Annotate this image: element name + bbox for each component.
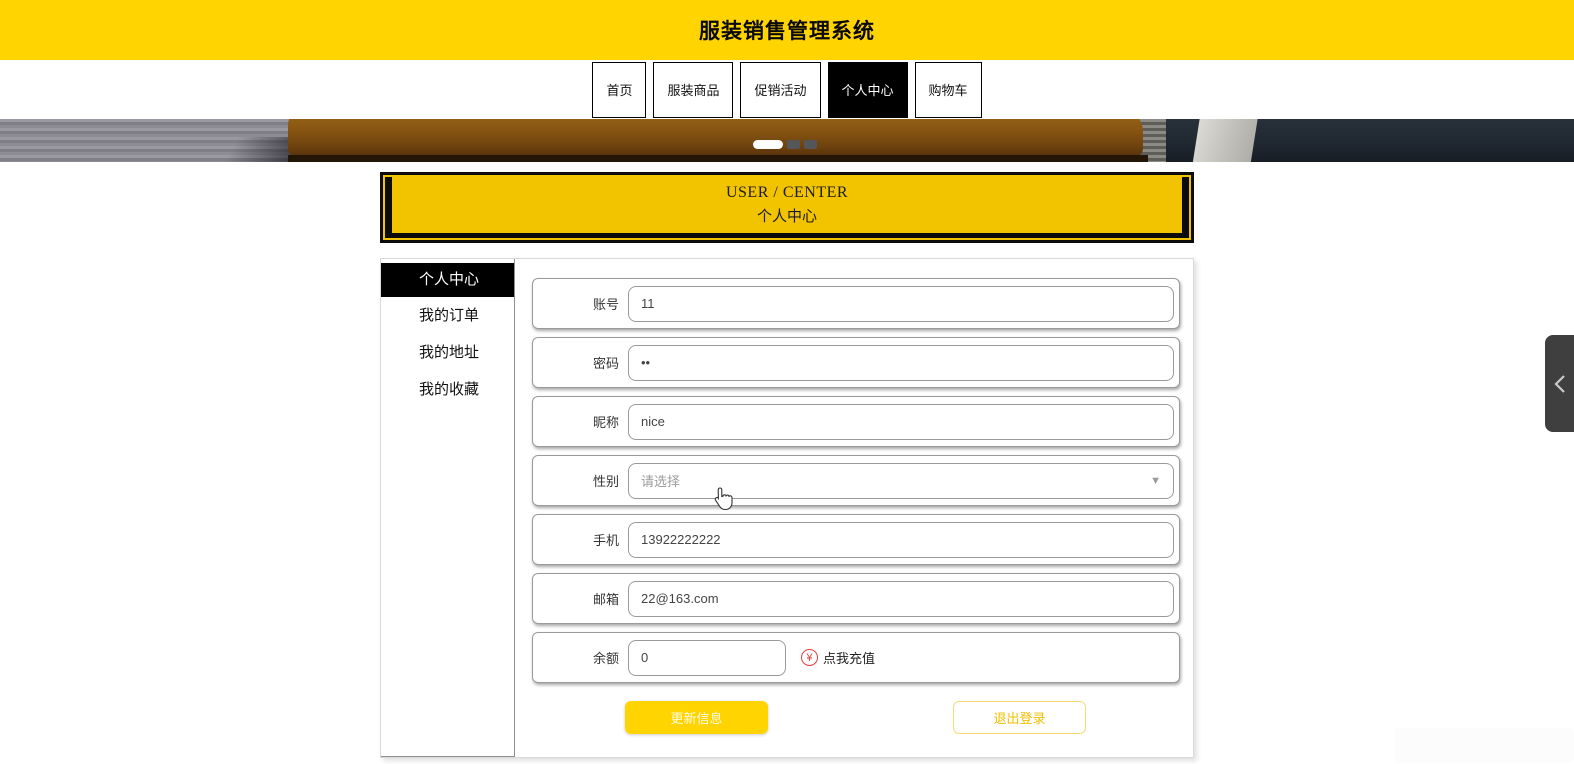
section-banner: USER / CENTER 个人中心 xyxy=(380,172,1194,243)
gender-select[interactable]: 请选择 ▼ xyxy=(628,462,1174,499)
password-input[interactable] xyxy=(628,344,1174,381)
email-input[interactable] xyxy=(628,580,1174,617)
chevron-left-icon xyxy=(1553,374,1565,393)
banner-image xyxy=(288,119,1143,157)
gender-select-value: 请选择 xyxy=(641,474,681,489)
form-row-balance: 余额 ¥ 点我充值 xyxy=(532,632,1180,683)
nickname-label: 昵称 xyxy=(592,415,619,430)
hero-carousel xyxy=(0,119,1574,162)
chevron-down-icon: ▼ xyxy=(1150,474,1161,487)
main-nav: 首页 服装商品 促销活动 个人中心 购物车 xyxy=(0,60,1574,119)
sidebar: 个人中心 我的订单 我的地址 我的收藏 xyxy=(381,259,515,757)
logout-button[interactable]: 退出登录 xyxy=(953,701,1086,734)
app-title: 服装销售管理系统 xyxy=(699,20,875,43)
form-row-email: 邮箱 xyxy=(532,573,1180,624)
form-row-password: 密码 xyxy=(532,337,1180,388)
carousel-dot[interactable] xyxy=(787,140,800,149)
form-row-account: 账号 xyxy=(532,278,1180,329)
overlay-box xyxy=(1395,728,1574,762)
password-label: 密码 xyxy=(592,356,619,371)
section-title-en: USER / CENTER xyxy=(725,184,849,201)
email-label: 邮箱 xyxy=(592,592,619,607)
section-title-zh: 个人中心 xyxy=(756,209,817,225)
recharge-link[interactable]: 点我充值 xyxy=(823,648,875,667)
side-drawer-handle[interactable] xyxy=(1545,335,1574,432)
form-row-phone: 手机 xyxy=(532,514,1180,565)
sidebar-item-user-center[interactable]: 个人中心 xyxy=(381,263,514,297)
carousel-indicators xyxy=(753,140,817,149)
nav-tab-products[interactable]: 服装商品 xyxy=(653,61,734,118)
form-row-nickname: 昵称 xyxy=(532,396,1180,447)
nickname-input[interactable] xyxy=(628,403,1174,440)
gender-label: 性别 xyxy=(592,474,619,489)
balance-input[interactable] xyxy=(628,639,786,676)
nav-tab-user-center[interactable]: 个人中心 xyxy=(827,61,908,118)
account-label: 账号 xyxy=(592,297,619,312)
sidebar-item-favorites[interactable]: 我的收藏 xyxy=(381,371,514,408)
banner-image xyxy=(288,155,1148,162)
sidebar-item-addresses[interactable]: 我的地址 xyxy=(381,334,514,371)
phone-label: 手机 xyxy=(592,533,619,548)
page: 服装销售管理系统 首页 服装商品 促销活动 个人中心 购物车 USER / CE… xyxy=(0,0,1574,764)
account-input[interactable] xyxy=(628,285,1174,322)
form-actions: 更新信息 退出登录 xyxy=(532,701,1180,734)
nav-tab-home[interactable]: 首页 xyxy=(592,61,647,118)
nav-tab-cart[interactable]: 购物车 xyxy=(914,61,982,118)
carousel-dot[interactable] xyxy=(753,140,783,149)
form-row-gender: 性别 请选择 ▼ xyxy=(532,455,1180,506)
profile-form: 账号 密码 昵称 性别 请选择 ▼ 手 xyxy=(532,278,1180,691)
user-center-panel: 个人中心 我的订单 我的地址 我的收藏 账号 密码 昵称 性别 xyxy=(380,258,1194,758)
carousel-dot[interactable] xyxy=(804,140,817,149)
update-info-button[interactable]: 更新信息 xyxy=(625,701,768,734)
app-header: 服装销售管理系统 xyxy=(0,0,1574,60)
sidebar-item-orders[interactable]: 我的订单 xyxy=(381,297,514,334)
balance-label: 余额 xyxy=(592,651,619,666)
yen-icon[interactable]: ¥ xyxy=(801,649,818,666)
section-banner-frame: USER / CENTER 个人中心 xyxy=(385,177,1189,238)
banner-image xyxy=(1191,119,1259,162)
phone-input[interactable] xyxy=(628,521,1174,558)
nav-tab-promotions[interactable]: 促销活动 xyxy=(740,61,821,118)
